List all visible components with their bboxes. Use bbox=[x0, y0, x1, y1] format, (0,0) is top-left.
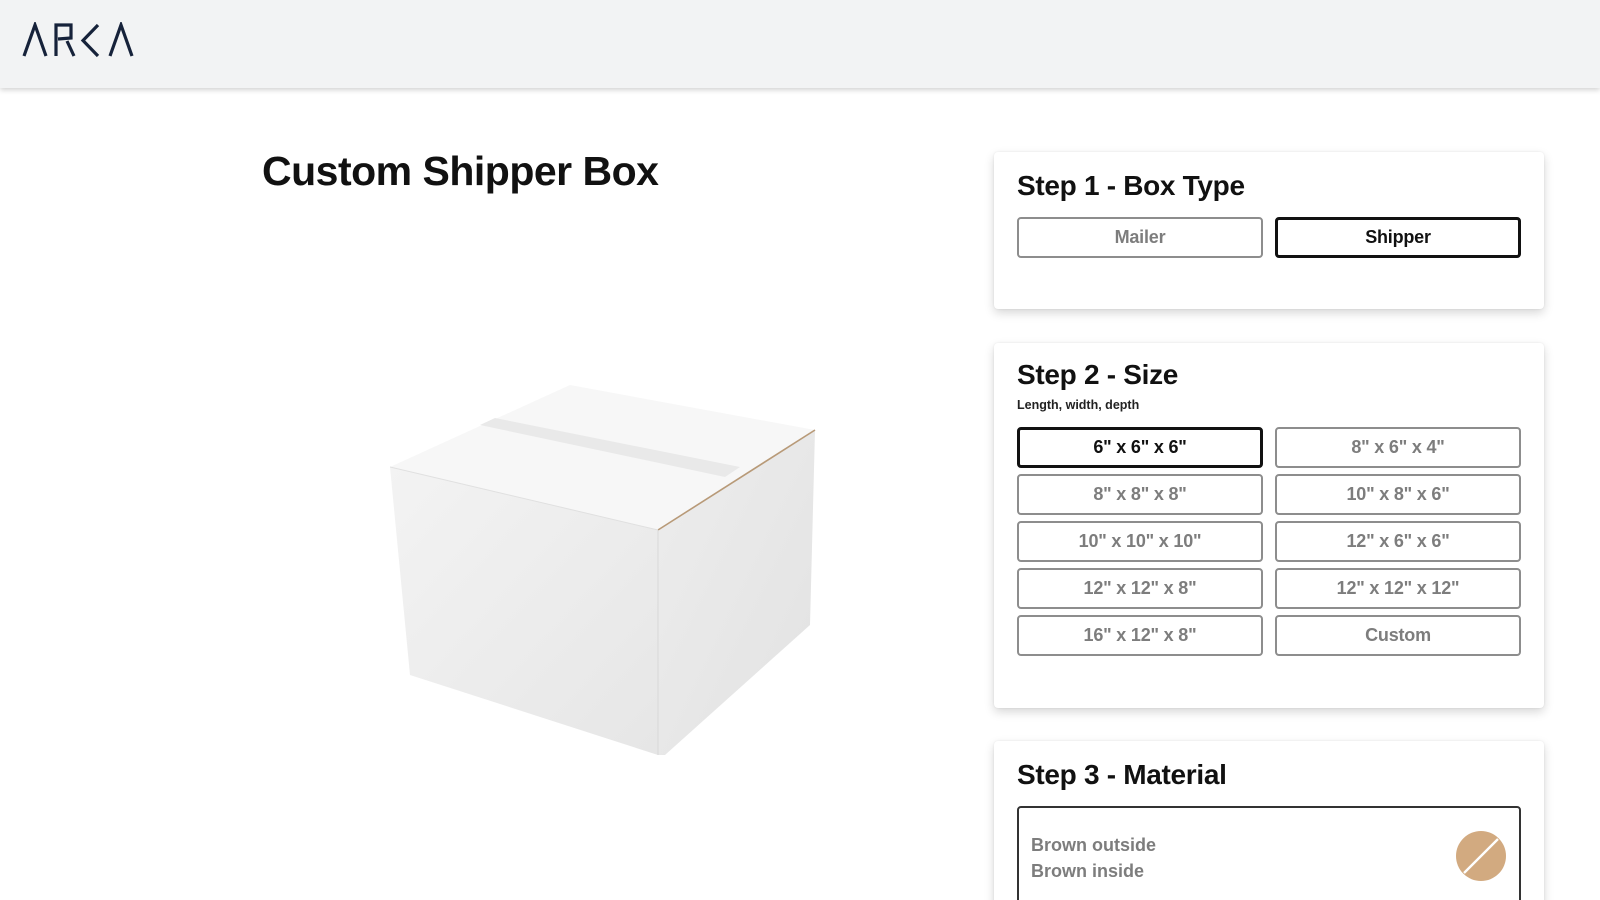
size-option-6x6x6[interactable]: 6" x 6" x 6" bbox=[1017, 427, 1263, 468]
step2-title: Step 2 - Size bbox=[1017, 359, 1179, 390]
step3-material-card: Step 3 - Material Brown outside Brown in… bbox=[994, 741, 1544, 900]
step1-title: Step 1 - Box Type bbox=[1017, 170, 1245, 201]
product-image-shipper-box bbox=[390, 385, 816, 755]
size-option-12x12x12[interactable]: 12" x 12" x 12" bbox=[1275, 568, 1521, 609]
step2-subtitle: Length, width, depth bbox=[1017, 398, 1140, 412]
page-title: Custom Shipper Box bbox=[262, 148, 659, 194]
material-outside-label: Brown outside bbox=[1031, 835, 1156, 855]
size-option-10x10x10[interactable]: 10" x 10" x 10" bbox=[1017, 521, 1263, 562]
size-option-custom[interactable]: Custom bbox=[1275, 615, 1521, 656]
size-option-12x6x6[interactable]: 12" x 6" x 6" bbox=[1275, 521, 1521, 562]
size-option-16x12x8[interactable]: 16" x 12" x 8" bbox=[1017, 615, 1263, 656]
arka-logo[interactable] bbox=[22, 22, 138, 58]
size-option-8x6x4[interactable]: 8" x 6" x 4" bbox=[1275, 427, 1521, 468]
site-header bbox=[0, 0, 1600, 88]
step2-size-card: Step 2 - Size Length, width, depth 6" x … bbox=[994, 343, 1544, 708]
step3-title: Step 3 - Material bbox=[1017, 759, 1227, 790]
material-option-text: Brown outside Brown inside bbox=[1031, 832, 1156, 884]
size-option-8x8x8[interactable]: 8" x 8" x 8" bbox=[1017, 474, 1263, 515]
step1-box-type-card: Step 1 - Box Type Mailer Shipper bbox=[994, 152, 1544, 309]
size-option-10x8x6[interactable]: 10" x 8" x 6" bbox=[1275, 474, 1521, 515]
kraft-color-swatch-icon bbox=[1456, 831, 1506, 881]
material-inside-label: Brown inside bbox=[1031, 861, 1145, 881]
box-type-mailer-button[interactable]: Mailer bbox=[1017, 217, 1263, 258]
material-option-brown-brown[interactable]: Brown outside Brown inside bbox=[1017, 806, 1521, 900]
size-option-12x12x8[interactable]: 12" x 12" x 8" bbox=[1017, 568, 1263, 609]
box-type-shipper-button[interactable]: Shipper bbox=[1275, 217, 1521, 258]
